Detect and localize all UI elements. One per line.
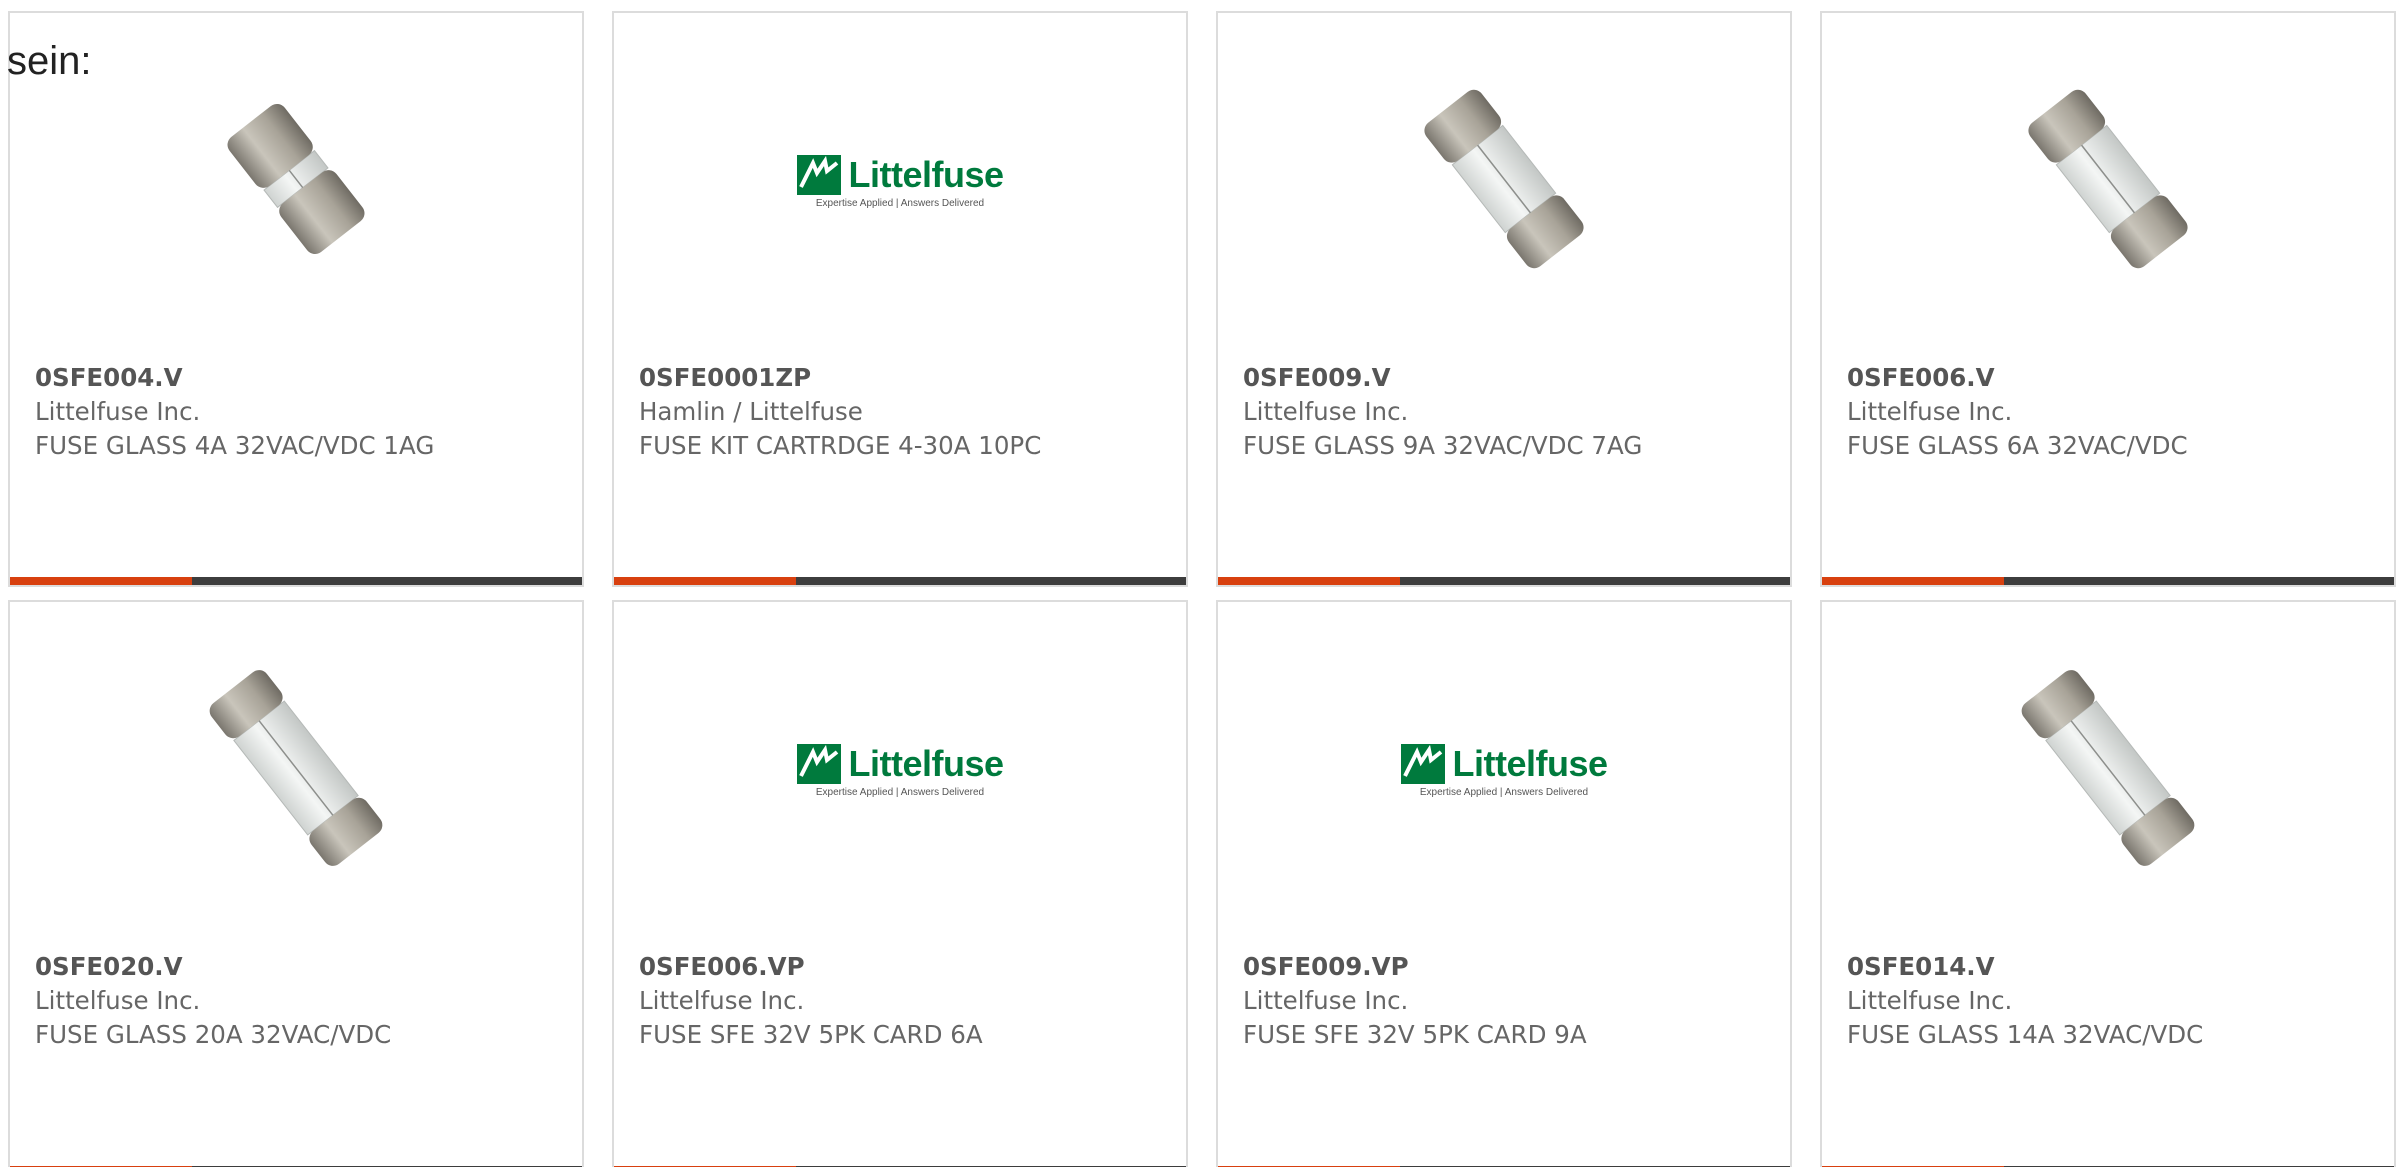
product-thumbnail[interactable]: Littelfuse Expertise Applied | Answers D… [1400, 670, 1608, 870]
card-accent-bar [1218, 577, 1400, 585]
logo-wordmark: Littelfuse [848, 153, 1005, 195]
product-description: FUSE GLASS 4A 32VAC/VDC 1AG [35, 431, 435, 460]
product-info: 0SFE004.V Littelfuse Inc. FUSE GLASS 4A … [35, 361, 572, 463]
product-thumbnail[interactable] [2008, 81, 2208, 281]
card-accent-bar [1822, 577, 2004, 585]
littelfuse-logo: Littelfuse Expertise Applied | Answers D… [796, 742, 1005, 798]
part-number[interactable]: 0SFE0001ZP [639, 361, 1176, 395]
card-bottom-bar [1822, 577, 2394, 585]
card-accent-bar [10, 577, 192, 585]
product-thumbnail[interactable]: Littelfuse Expertise Applied | Answers D… [796, 670, 1004, 870]
product-thumbnail[interactable] [2008, 670, 2208, 870]
product-description: FUSE GLASS 14A 32VAC/VDC [1847, 1020, 2204, 1049]
part-number[interactable]: 0SFE006.VP [639, 950, 1176, 984]
fuse-image [2008, 79, 2208, 283]
littelfuse-logo-mark-icon [796, 154, 841, 195]
product-description: FUSE GLASS 20A 32VAC/VDC [35, 1020, 392, 1049]
product-grid-page: sein: 0SFE004.V Littelfuse Inc. FUSE GLA… [0, 0, 2400, 1167]
product-card[interactable]: Littelfuse Expertise Applied | Answers D… [1216, 600, 1792, 1167]
product-description: FUSE SFE 32V 5PK CARD 9A [1243, 1020, 1587, 1049]
product-info: 0SFE006.V Littelfuse Inc. FUSE GLASS 6A … [1847, 361, 2384, 463]
fuse-image [196, 79, 396, 283]
product-info: 0SFE014.V Littelfuse Inc. FUSE GLASS 14A… [1847, 950, 2384, 1052]
card-bottom-bar [1218, 577, 1790, 585]
manufacturer: Littelfuse Inc. [35, 986, 201, 1015]
littelfuse-logo-mark-icon [1400, 743, 1445, 784]
product-thumbnail[interactable] [1404, 81, 1604, 281]
card-bottom-bar [614, 577, 1186, 585]
fuse-image [2008, 668, 2208, 872]
product-card[interactable]: 0SFE006.V Littelfuse Inc. FUSE GLASS 6A … [1820, 11, 2396, 587]
manufacturer: Littelfuse Inc. [639, 986, 805, 1015]
manufacturer: Littelfuse Inc. [35, 397, 201, 426]
product-thumbnail[interactable] [196, 670, 396, 870]
product-card[interactable]: Littelfuse Expertise Applied | Answers D… [612, 600, 1188, 1167]
product-description: FUSE KIT CARTRDGE 4-30A 10PC [639, 431, 1042, 460]
product-info: 0SFE0001ZP Hamlin / Littelfuse FUSE KIT … [639, 361, 1176, 463]
part-number[interactable]: 0SFE020.V [35, 950, 572, 984]
manufacturer: Hamlin / Littelfuse [639, 397, 863, 426]
logo-tagline: Expertise Applied | Answers Delivered [815, 197, 985, 209]
part-number[interactable]: 0SFE006.V [1847, 361, 2384, 395]
product-info: 0SFE020.V Littelfuse Inc. FUSE GLASS 20A… [35, 950, 572, 1052]
logo-wordmark: Littelfuse [848, 742, 1005, 784]
littelfuse-logo: Littelfuse Expertise Applied | Answers D… [796, 153, 1005, 209]
littelfuse-logo-mark-icon [796, 743, 841, 784]
intro-text: sein: [7, 39, 92, 83]
product-card[interactable]: 0SFE014.V Littelfuse Inc. FUSE GLASS 14A… [1820, 600, 2396, 1167]
product-description: FUSE GLASS 6A 32VAC/VDC [1847, 431, 2188, 460]
manufacturer: Littelfuse Inc. [1847, 986, 2013, 1015]
card-bottom-bar [10, 577, 582, 585]
product-info: 0SFE006.VP Littelfuse Inc. FUSE SFE 32V … [639, 950, 1176, 1052]
logo-tagline: Expertise Applied | Answers Delivered [1419, 786, 1589, 798]
product-thumbnail[interactable] [196, 81, 396, 281]
product-info: 0SFE009.VP Littelfuse Inc. FUSE SFE 32V … [1243, 950, 1780, 1052]
product-description: FUSE SFE 32V 5PK CARD 6A [639, 1020, 983, 1049]
part-number[interactable]: 0SFE014.V [1847, 950, 2384, 984]
product-info: 0SFE009.V Littelfuse Inc. FUSE GLASS 9A … [1243, 361, 1780, 463]
manufacturer: Littelfuse Inc. [1243, 397, 1409, 426]
manufacturer: Littelfuse Inc. [1847, 397, 2013, 426]
product-card[interactable]: Littelfuse Expertise Applied | Answers D… [612, 11, 1188, 587]
logo-tagline: Expertise Applied | Answers Delivered [815, 786, 985, 798]
product-card[interactable]: 0SFE009.V Littelfuse Inc. FUSE GLASS 9A … [1216, 11, 1792, 587]
product-thumbnail[interactable]: Littelfuse Expertise Applied | Answers D… [796, 81, 1004, 281]
part-number[interactable]: 0SFE004.V [35, 361, 572, 395]
fuse-image [1404, 79, 1604, 283]
part-number[interactable]: 0SFE009.V [1243, 361, 1780, 395]
product-card[interactable]: 0SFE004.V Littelfuse Inc. FUSE GLASS 4A … [8, 11, 584, 587]
manufacturer: Littelfuse Inc. [1243, 986, 1409, 1015]
logo-wordmark: Littelfuse [1452, 742, 1609, 784]
littelfuse-logo: Littelfuse Expertise Applied | Answers D… [1400, 742, 1609, 798]
card-accent-bar [614, 577, 796, 585]
part-number[interactable]: 0SFE009.VP [1243, 950, 1780, 984]
fuse-image [196, 668, 396, 872]
product-card[interactable]: 0SFE020.V Littelfuse Inc. FUSE GLASS 20A… [8, 600, 584, 1167]
product-description: FUSE GLASS 9A 32VAC/VDC 7AG [1243, 431, 1643, 460]
